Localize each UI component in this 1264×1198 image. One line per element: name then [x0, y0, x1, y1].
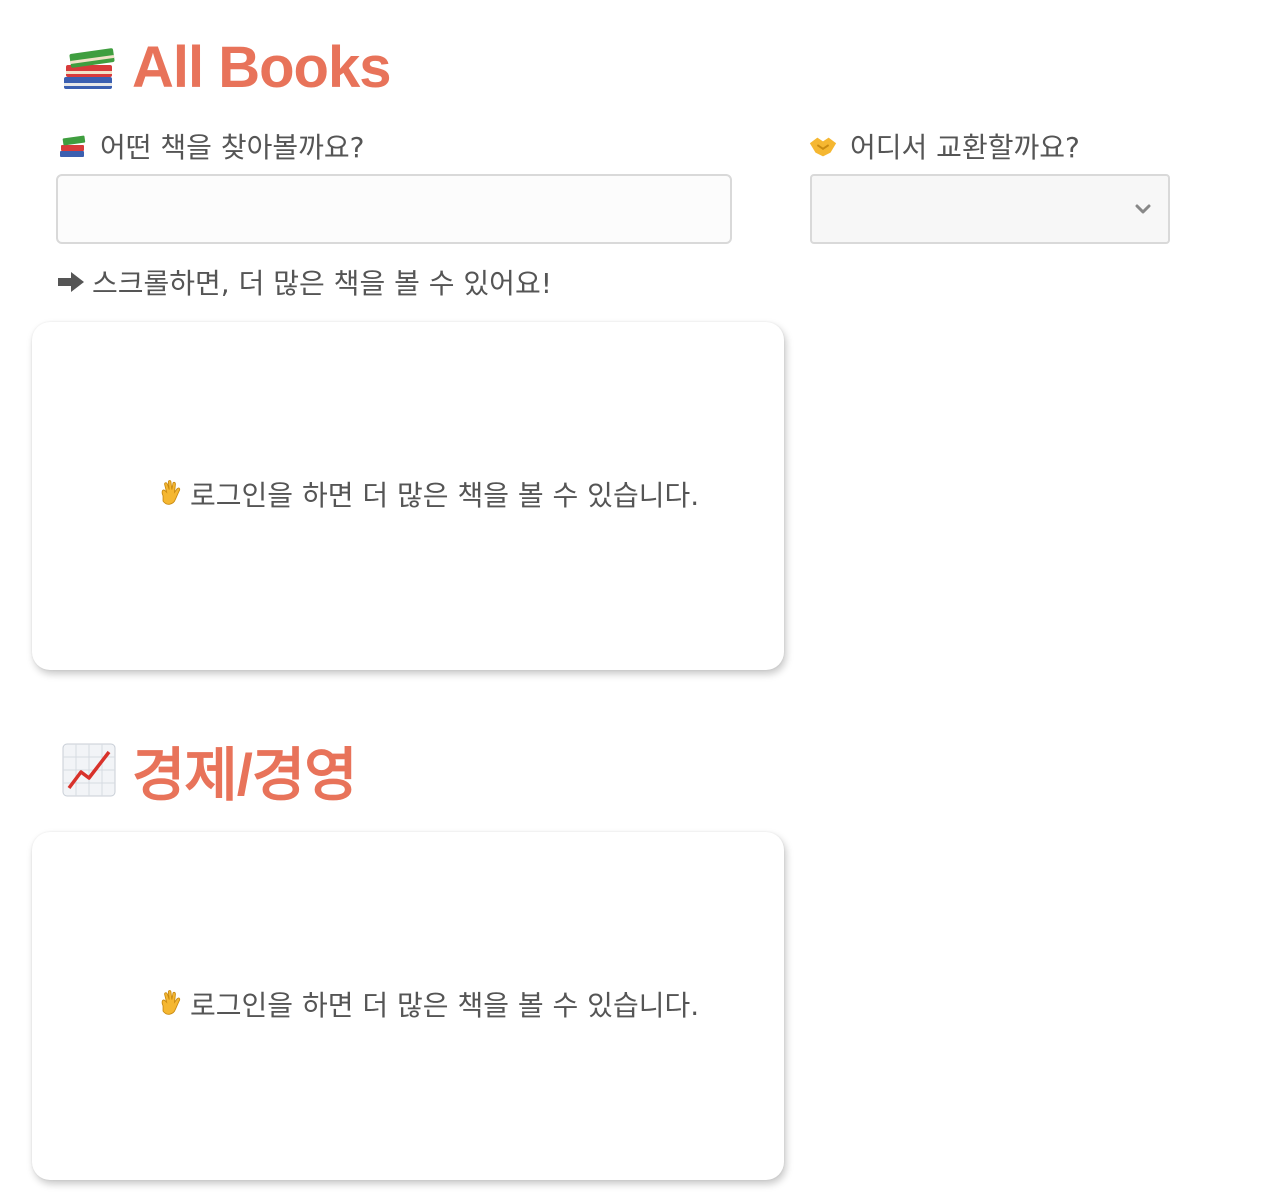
login-prompt-text: 로그인을 하면 더 많은 책을 볼 수 있습니다.	[190, 989, 700, 1022]
search-label: 어떤 책을 찾아볼까요?	[58, 126, 365, 166]
scroll-hint-text: 스크롤하면, 더 많은 책을 볼 수 있어요!	[92, 267, 552, 300]
login-prompt-text: 로그인을 하면 더 많은 책을 볼 수 있습니다.	[190, 479, 700, 512]
right-arrow-icon	[56, 267, 86, 297]
login-prompt: 로그인을 하면 더 많은 책을 볼 수 있습니다.	[156, 984, 699, 1024]
books-icon	[60, 39, 118, 97]
location-label-text: 어디서 교환할까요?	[850, 131, 1080, 164]
search-input[interactable]	[56, 174, 732, 244]
location-select[interactable]	[810, 174, 1170, 244]
login-prompt: 로그인을 하면 더 많은 책을 볼 수 있습니다.	[156, 474, 699, 514]
chart-increasing-icon	[60, 741, 118, 799]
chevron-down-icon	[1135, 204, 1151, 214]
waving-hand-icon	[156, 479, 186, 509]
handshake-icon	[808, 131, 838, 161]
search-label-text: 어떤 책을 찾아볼까요?	[100, 131, 365, 164]
location-label: 어디서 교환할까요?	[808, 126, 1080, 166]
scroll-hint: 스크롤하면, 더 많은 책을 볼 수 있어요!	[56, 262, 552, 302]
login-prompt-card: 로그인을 하면 더 많은 책을 볼 수 있습니다.	[32, 322, 784, 670]
all-books-title-text: All Books	[132, 35, 391, 100]
economy-title-text: 경제/경영	[132, 743, 358, 808]
page-title-all-books: All Books	[60, 34, 391, 101]
books-icon	[58, 131, 88, 161]
waving-hand-icon	[156, 989, 186, 1019]
section-title-economy: 경제/경영	[60, 728, 358, 812]
login-prompt-card: 로그인을 하면 더 많은 책을 볼 수 있습니다.	[32, 832, 784, 1180]
